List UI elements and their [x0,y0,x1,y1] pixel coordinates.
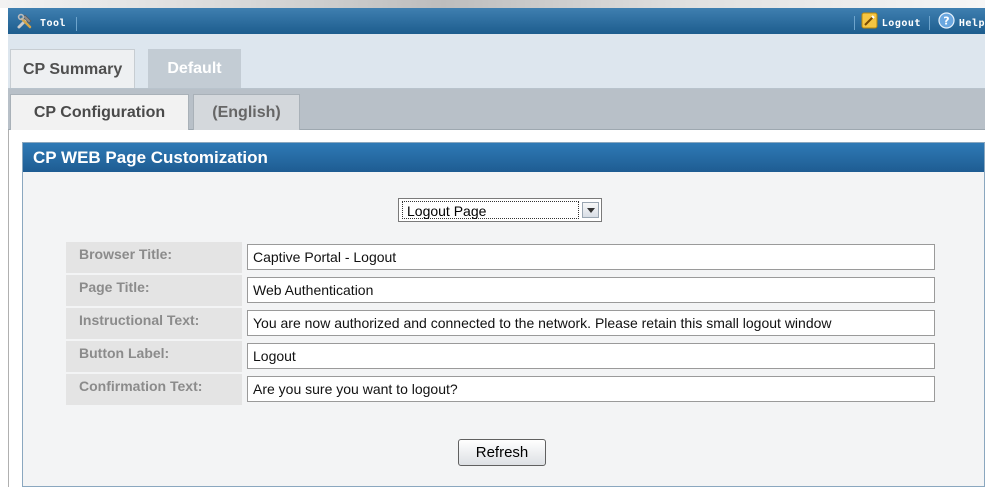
confirmation-text-label: Confirmation Text: [66,374,242,405]
button-label-label: Button Label: [66,341,242,372]
help-icon[interactable]: ? [938,12,955,34]
browser-title-field[interactable]: Captive Portal - Logout [247,244,935,270]
instructional-text-label: Instructional Text: [66,308,242,339]
page-type-select-value: Logout Page [402,201,579,219]
tool-icon [16,12,34,35]
logout-icon[interactable] [861,12,878,34]
confirmation-text-field[interactable]: Are you sure you want to logout? [247,376,935,402]
form-row-instructional-text: Instructional Text: You are now authoriz… [66,308,936,341]
tool-label: Tool [40,18,67,29]
tab-english[interactable]: (English) [193,94,300,130]
button-label-field[interactable]: Logout [247,343,935,369]
tab-default[interactable]: Default [148,49,241,88]
instructional-text-field[interactable]: You are now authorized and connected to … [247,310,935,336]
form-row-confirmation-text: Confirmation Text: Are you sure you want… [66,374,936,407]
primary-tab-bar: CP Summary Default [8,34,985,89]
toolbar-divider [928,16,930,30]
logout-link[interactable]: Logout [882,18,921,29]
content-area: CP WEB Page Customization Logout Page Br… [8,130,985,487]
chevron-down-icon[interactable] [582,202,599,218]
top-decoration [0,0,985,8]
top-toolbar: Tool Logout ? Help [8,8,985,34]
svg-text:?: ? [943,15,949,28]
form-row-page-title: Page Title: Web Authentication [66,275,936,308]
form-row-browser-title: Browser Title: Captive Portal - Logout [66,242,936,275]
page-title-label: Page Title: [66,275,242,306]
refresh-button[interactable]: Refresh [458,439,546,466]
help-link[interactable]: Help [959,18,985,29]
tool-menu[interactable]: Tool [16,12,78,35]
toolbar-divider [76,16,78,31]
secondary-tab-bar: CP Configuration (English) [8,89,985,130]
panel-title: CP WEB Page Customization [23,143,984,172]
tab-cp-configuration[interactable]: CP Configuration [10,94,189,130]
page-title-field[interactable]: Web Authentication [247,277,935,303]
panel-body: Logout Page Browser Title: Captive Porta… [23,172,984,486]
form-row-button-label: Button Label: Logout [66,341,936,374]
customization-panel: CP WEB Page Customization Logout Page Br… [22,142,985,487]
toolbar-divider [853,16,855,30]
browser-title-label: Browser Title: [66,242,242,273]
tab-cp-summary[interactable]: CP Summary [10,49,136,88]
page-type-select[interactable]: Logout Page [398,198,602,222]
